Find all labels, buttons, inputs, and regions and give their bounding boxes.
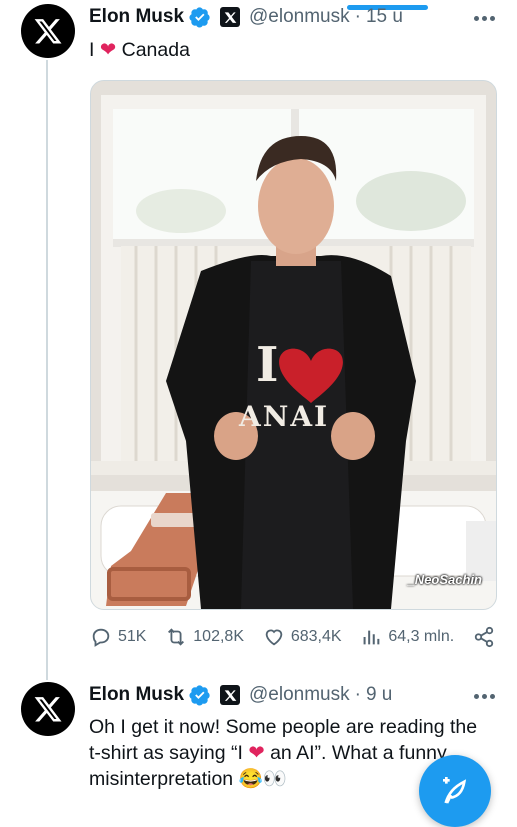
tweet-timestamp[interactable]: 15 u — [366, 6, 403, 28]
author-name[interactable]: Elon Musk — [89, 684, 184, 706]
tweet-photo[interactable]: I ANAI _NeoSachin — [90, 80, 497, 610]
shirt-print-text: ANAI — [238, 400, 329, 433]
share-icon — [474, 626, 494, 648]
heart-emoji: ❤ — [248, 742, 265, 764]
tweet-text: Oh I get it now! Some people are reading… — [89, 714, 477, 792]
reply-count: 51K — [118, 628, 147, 645]
author-handle[interactable]: @elonmusk — [249, 6, 350, 28]
x-affiliate-badge-icon — [220, 685, 241, 705]
repost-icon — [168, 628, 185, 646]
x-logo-icon — [34, 697, 62, 722]
x-logo-icon — [34, 19, 62, 44]
repost-count: 102,8K — [193, 628, 244, 645]
heart-emoji: ❤ — [99, 39, 117, 61]
like-button[interactable]: 683,4K — [263, 626, 342, 648]
tweet-header: Elon Musk @elonmusk · 15 u — [89, 6, 403, 28]
tweet-text-line: Oh I get it now! Some people are reading… — [89, 716, 478, 738]
tweet-text-part: an AI”. What a funny — [270, 742, 447, 764]
share-button[interactable] — [473, 626, 495, 648]
tweet-text-line: t-shirt as saying “I ❤ an AI”. What a fu… — [89, 740, 477, 766]
tweet-text-part: Canada — [121, 39, 190, 61]
views-chart-icon — [363, 630, 380, 645]
tweet-text: I ❤ Canada — [89, 37, 190, 63]
tweet-text-part: t-shirt as saying “I — [89, 742, 243, 764]
photo-illustration: I ANAI — [91, 81, 496, 609]
like-count: 683,4K — [290, 628, 342, 645]
avatar[interactable] — [21, 682, 75, 736]
tweet-timestamp[interactable]: 9 u — [366, 684, 392, 706]
compose-button[interactable] — [419, 755, 491, 827]
repost-button[interactable]: 102,8K — [165, 626, 244, 648]
verified-badge-icon — [189, 7, 210, 28]
emoji: 😂👀 — [238, 768, 288, 790]
thread-connector-line — [46, 60, 48, 680]
svg-text:I: I — [256, 337, 278, 393]
views-count: 64,3 mln. — [388, 628, 455, 645]
compose-feather-icon — [443, 777, 467, 804]
photo-watermark: _NeoSachin — [407, 572, 482, 587]
reply-icon — [92, 628, 110, 647]
x-affiliate-badge-icon — [220, 7, 241, 27]
author-name[interactable]: Elon Musk — [89, 6, 184, 28]
tweet-header: Elon Musk @elonmusk · 9 u — [89, 684, 392, 706]
reply-button[interactable]: 51K — [90, 626, 146, 648]
heart-icon — [265, 629, 283, 646]
more-dots-icon[interactable] — [474, 16, 495, 21]
more-dots-icon[interactable] — [474, 694, 495, 699]
tweet-text-part: misinterpretation — [89, 768, 234, 790]
separator-dot: · — [354, 6, 361, 27]
avatar[interactable] — [21, 4, 75, 58]
separator-dot: · — [354, 684, 361, 705]
verified-badge-icon — [189, 685, 210, 706]
tweet-text-part: I — [89, 39, 95, 61]
author-handle[interactable]: @elonmusk — [249, 684, 350, 706]
views-button[interactable]: 64,3 mln. — [360, 626, 454, 648]
tweet-actions: 51K 102,8K 683,4K 64,3 mln. — [90, 626, 495, 648]
